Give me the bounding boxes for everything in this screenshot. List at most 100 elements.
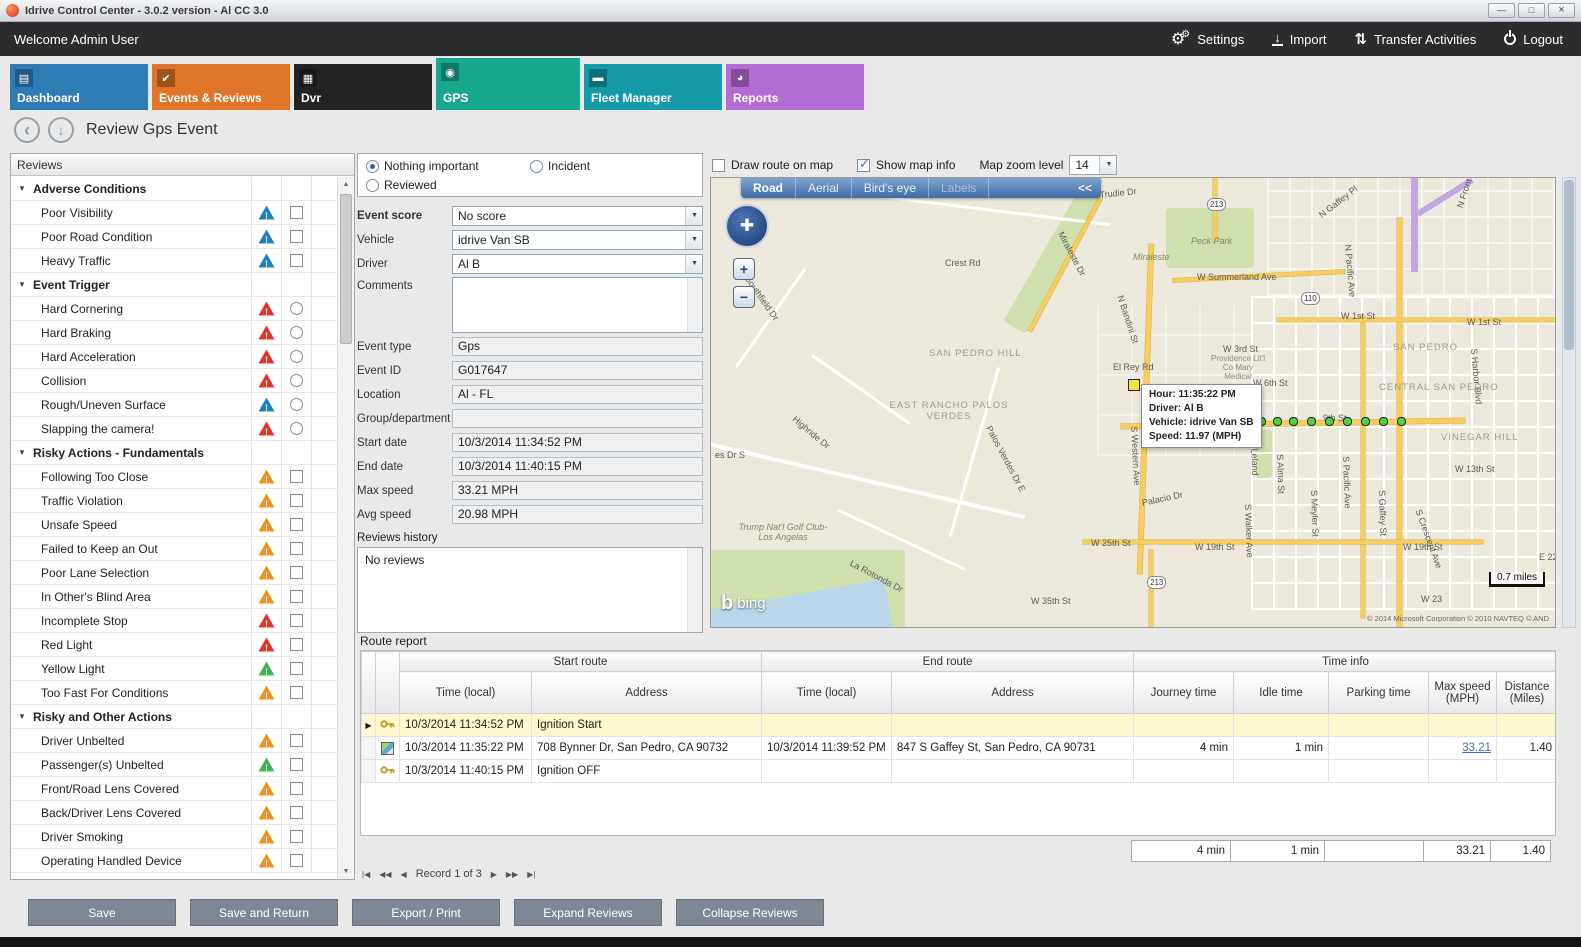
- route-table-row[interactable]: 10/3/2014 11:40:15 PMIgnition OFF: [362, 760, 1557, 783]
- review-checkbox[interactable]: [290, 590, 303, 603]
- review-category-row[interactable]: ▼Event Trigger: [11, 273, 337, 297]
- review-checkbox[interactable]: [290, 734, 303, 747]
- review-checkbox[interactable]: [290, 638, 303, 651]
- route-point-marker[interactable]: [1289, 417, 1298, 426]
- review-radio[interactable]: [290, 350, 303, 363]
- review-checkbox[interactable]: [290, 782, 303, 795]
- review-checkbox[interactable]: [290, 758, 303, 771]
- map-zoom-out-button[interactable]: −: [733, 286, 755, 308]
- review-radio[interactable]: [290, 326, 303, 339]
- route-table-row[interactable]: 10/3/2014 11:35:22 PM708 Bynner Dr, San …: [362, 737, 1557, 760]
- route-point-marker[interactable]: [1273, 417, 1282, 426]
- driver-select[interactable]: Al B: [452, 254, 703, 274]
- save-and-return-button[interactable]: Save and Return: [190, 899, 338, 926]
- review-category-row[interactable]: ▼Adverse Conditions: [11, 177, 337, 201]
- close-icon[interactable]: [1548, 3, 1575, 18]
- column-header[interactable]: Max speed (MPH): [1429, 672, 1497, 714]
- pager-last-icon[interactable]: ▶|: [527, 870, 535, 879]
- map-zoom-select[interactable]: 14: [1069, 155, 1117, 175]
- review-checkbox[interactable]: [290, 254, 303, 267]
- review-checkbox[interactable]: [290, 206, 303, 219]
- reviews-history-scrollbar[interactable]: [687, 548, 702, 632]
- review-category-row[interactable]: ▼Risky and Other Actions: [11, 705, 337, 729]
- comments-textarea[interactable]: [452, 277, 703, 333]
- draw-route-checkbox[interactable]: [712, 159, 725, 172]
- route-point-marker[interactable]: [1361, 417, 1370, 426]
- tab-dvr[interactable]: Dvr: [294, 64, 432, 110]
- map-zoom-in-button[interactable]: +: [733, 258, 755, 280]
- tab-dashboard[interactable]: Dashboard: [10, 64, 148, 110]
- collapse-expander-icon[interactable]: ▼: [11, 280, 33, 289]
- map-collapse-button[interactable]: <<: [1069, 181, 1101, 195]
- logout-menu-item[interactable]: Logout: [1504, 32, 1563, 47]
- radio-incident[interactable]: Incident: [530, 159, 590, 173]
- column-header[interactable]: Parking time: [1329, 672, 1429, 714]
- review-checkbox[interactable]: [290, 686, 303, 699]
- column-group-header[interactable]: Time info: [1134, 652, 1556, 672]
- tab-gps[interactable]: GPS: [436, 58, 580, 110]
- scroll-up-icon[interactable]: [338, 177, 354, 192]
- review-checkbox[interactable]: [290, 230, 303, 243]
- scroll-down-icon[interactable]: [338, 864, 354, 879]
- column-group-header[interactable]: Start route: [400, 652, 762, 672]
- collapse-expander-icon[interactable]: ▼: [11, 448, 33, 457]
- transfer-activities-menu-item[interactable]: Transfer Activities: [1355, 30, 1477, 48]
- pager-prev-icon[interactable]: ◀: [401, 870, 407, 879]
- review-radio[interactable]: [290, 398, 303, 411]
- review-radio[interactable]: [290, 374, 303, 387]
- column-header[interactable]: Address: [532, 672, 762, 714]
- scrollbar-thumb[interactable]: [340, 194, 352, 344]
- pager-prev-page-icon[interactable]: ◀◀: [379, 870, 391, 879]
- tab-reports[interactable]: Reports: [726, 64, 864, 110]
- column-header[interactable]: Time (local): [400, 672, 532, 714]
- review-checkbox[interactable]: [290, 542, 303, 555]
- map-compass-control[interactable]: [725, 204, 769, 248]
- review-checkbox[interactable]: [290, 470, 303, 483]
- column-header[interactable]: Idle time: [1234, 672, 1329, 714]
- collapse-reviews-button[interactable]: Collapse Reviews: [676, 899, 824, 926]
- radio-selected-icon[interactable]: [366, 160, 379, 173]
- review-checkbox[interactable]: [290, 518, 303, 531]
- review-radio[interactable]: [290, 302, 303, 315]
- review-checkbox[interactable]: [290, 854, 303, 867]
- tab-fleet-manager[interactable]: Fleet Manager: [584, 64, 722, 110]
- route-point-marker[interactable]: [1379, 417, 1388, 426]
- map-tab-road[interactable]: Road: [741, 178, 796, 198]
- pager-next-page-icon[interactable]: ▶▶: [506, 870, 518, 879]
- maximize-icon[interactable]: [1518, 3, 1545, 18]
- vehicle-select[interactable]: idrive Van SB: [452, 230, 703, 250]
- pager-first-icon[interactable]: |◀: [362, 870, 370, 879]
- review-checkbox[interactable]: [290, 830, 303, 843]
- collapse-expander-icon[interactable]: ▼: [11, 184, 33, 193]
- route-point-marker[interactable]: [1307, 417, 1316, 426]
- review-checkbox[interactable]: [290, 806, 303, 819]
- max-speed-link[interactable]: 33.21: [1462, 742, 1491, 754]
- map-tab-birds-eye[interactable]: Bird's eye: [852, 178, 929, 198]
- next-event-button[interactable]: [48, 117, 74, 143]
- textarea-scrollbar[interactable]: [687, 278, 702, 332]
- event-score-select[interactable]: No score: [452, 206, 703, 226]
- show-map-info-checkbox[interactable]: [857, 159, 870, 172]
- review-checkbox[interactable]: [290, 614, 303, 627]
- scrollbar-thumb[interactable]: [1564, 180, 1574, 350]
- review-category-row[interactable]: ▼Risky Actions - Fundamentals: [11, 441, 337, 465]
- review-checkbox[interactable]: [290, 566, 303, 579]
- route-point-marker[interactable]: [1397, 417, 1406, 426]
- expand-reviews-button[interactable]: Expand Reviews: [514, 899, 662, 926]
- column-header[interactable]: Journey time: [1134, 672, 1234, 714]
- route-table-row[interactable]: ▶10/3/2014 11:34:52 PMIgnition Start: [362, 714, 1557, 737]
- reviews-scrollbar[interactable]: [337, 177, 354, 879]
- collapse-expander-icon[interactable]: ▼: [11, 712, 33, 721]
- map-tab-aerial[interactable]: Aerial: [796, 178, 852, 198]
- column-group-header[interactable]: End route: [762, 652, 1134, 672]
- review-checkbox[interactable]: [290, 494, 303, 507]
- route-point-marker[interactable]: [1325, 417, 1334, 426]
- pager-next-icon[interactable]: ▶: [491, 870, 497, 879]
- radio-reviewed[interactable]: Reviewed: [366, 178, 437, 192]
- review-radio[interactable]: [290, 422, 303, 435]
- radio-icon[interactable]: [366, 179, 379, 192]
- column-header[interactable]: Distance (Miles): [1497, 672, 1556, 714]
- settings-menu-item[interactable]: Settings: [1171, 29, 1244, 49]
- save-button[interactable]: Save: [28, 899, 176, 926]
- review-checkbox[interactable]: [290, 662, 303, 675]
